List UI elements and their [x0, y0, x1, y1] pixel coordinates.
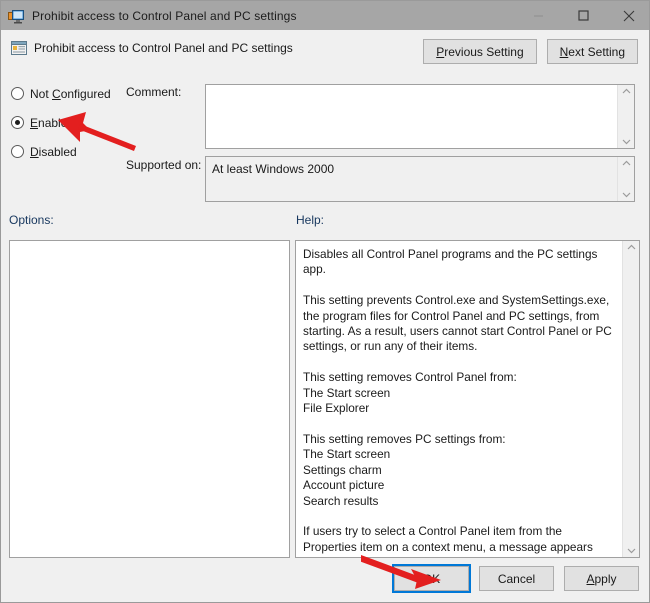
setting-title: Prohibit access to Control Panel and PC …	[34, 41, 293, 55]
dialog-header: Prohibit access to Control Panel and PC …	[1, 30, 650, 75]
supported-on-scrollbar[interactable]	[617, 157, 634, 201]
help-panel: Disables all Control Panel programs and …	[295, 240, 640, 558]
comment-label: Comment:	[126, 85, 181, 99]
options-panel[interactable]	[9, 240, 290, 558]
help-text: Disables all Control Panel programs and …	[296, 241, 622, 557]
cancel-button[interactable]: Cancel	[479, 566, 554, 591]
cancel-button-label: Cancel	[498, 572, 535, 586]
scroll-down-icon[interactable]	[622, 138, 631, 145]
apply-button-label: Apply	[586, 572, 616, 586]
scroll-up-icon[interactable]	[622, 160, 631, 167]
radio-indicator-disabled	[11, 145, 24, 158]
scroll-down-icon[interactable]	[627, 547, 636, 554]
supported-on-field[interactable]: At least Windows 2000	[205, 156, 635, 202]
next-setting-button[interactable]: Next Setting	[547, 39, 638, 64]
help-scrollbar[interactable]	[622, 241, 639, 557]
comment-scrollbar[interactable]	[617, 85, 634, 148]
minimize-button[interactable]	[516, 1, 561, 30]
scroll-up-icon[interactable]	[622, 88, 631, 95]
scroll-up-icon[interactable]	[627, 244, 636, 251]
comment-input[interactable]	[206, 85, 617, 148]
scroll-down-icon[interactable]	[622, 191, 631, 198]
radio-label-not-configured: Not Configured	[30, 87, 111, 101]
dialog-footer: OK Cancel Apply	[1, 558, 650, 602]
monitor-policy-icon	[8, 8, 24, 24]
dialog-action-buttons: OK Cancel Apply	[394, 566, 639, 591]
window-title: Prohibit access to Control Panel and PC …	[32, 9, 297, 23]
comment-field[interactable]	[205, 84, 635, 149]
radio-disabled[interactable]: Disabled	[11, 142, 131, 161]
apply-button[interactable]: Apply	[564, 566, 639, 591]
radio-not-configured[interactable]: Not Configured	[11, 84, 131, 103]
radio-indicator-not-configured	[11, 87, 24, 100]
help-label: Help:	[296, 213, 324, 227]
title-bar: Prohibit access to Control Panel and PC …	[1, 1, 650, 30]
radio-enabled[interactable]: Enabled	[11, 113, 131, 132]
close-button[interactable]	[606, 1, 650, 30]
radio-label-disabled: Disabled	[30, 145, 77, 159]
radio-label-enabled: Enabled	[30, 116, 74, 130]
setting-navigation: Previous Setting Next Setting	[423, 39, 638, 64]
radio-indicator-enabled	[11, 116, 24, 129]
group-policy-setting-dialog: Prohibit access to Control Panel and PC …	[0, 0, 650, 603]
policy-setting-icon	[11, 40, 27, 56]
ok-button[interactable]: OK	[394, 566, 469, 591]
options-label: Options:	[9, 213, 54, 227]
maximize-button[interactable]	[561, 1, 606, 30]
ok-button-label: OK	[423, 572, 440, 586]
state-radio-group: Not Configured Enabled Disabled	[11, 84, 131, 171]
supported-on-value: At least Windows 2000	[206, 157, 617, 201]
window-controls	[516, 1, 650, 30]
supported-on-label: Supported on:	[126, 158, 201, 172]
previous-setting-button[interactable]: Previous Setting	[423, 39, 536, 64]
